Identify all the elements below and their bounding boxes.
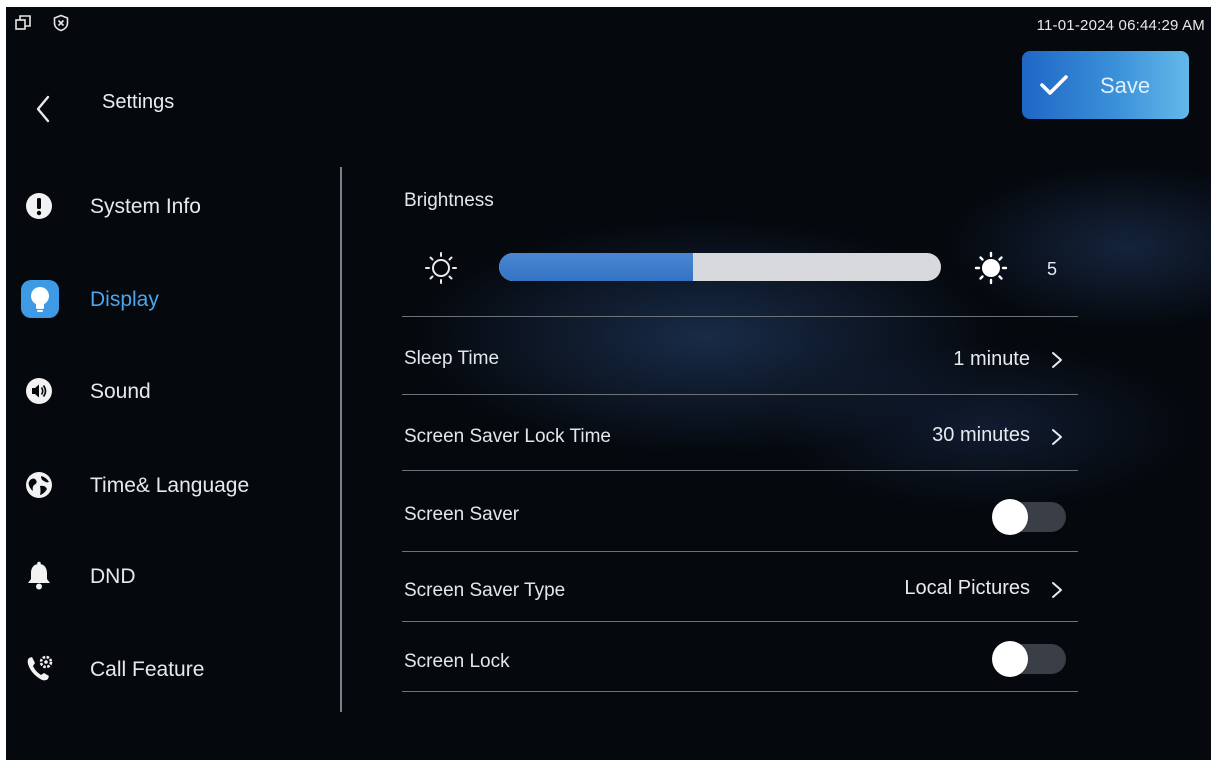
info-icon	[26, 193, 52, 219]
chevron-right-icon	[1052, 352, 1062, 368]
sidebar-item-call-feature[interactable]: Call Feature	[20, 646, 320, 694]
phone-gear-icon	[27, 655, 53, 681]
sidebar-item-display[interactable]: Display	[20, 276, 320, 324]
sidebar-item-label: Sound	[90, 380, 151, 403]
row-label: Screen Saver	[404, 504, 520, 525]
screen-saver-type-row[interactable]: Screen Saver Type Local Pictures	[402, 555, 1078, 625]
status-bar: 11-01-2024 06:44:29 AM	[6, 7, 1211, 41]
sidebar-item-label: Call Feature	[90, 658, 205, 681]
row-divider	[402, 316, 1078, 317]
row-divider	[402, 470, 1078, 471]
speaker-icon	[26, 378, 52, 404]
sidebar-item-label: Time& Language	[90, 474, 250, 497]
screen-lock-toggle[interactable]	[992, 641, 1068, 677]
screen-lock-row: Screen Lock	[402, 625, 1078, 695]
lightbulb-icon	[21, 280, 59, 318]
row-divider	[402, 551, 1078, 552]
bell-icon	[28, 561, 50, 590]
sidebar-item-label: DND	[90, 565, 136, 588]
save-button[interactable]: Save	[1022, 51, 1189, 119]
row-divider	[402, 621, 1078, 622]
brightness-low-icon	[425, 252, 457, 284]
sidebar-item-system-info[interactable]: System Info	[20, 183, 320, 231]
toggle-knob	[992, 641, 1028, 677]
screen-saver-lock-time-row[interactable]: Screen Saver Lock Time 30 minutes	[402, 399, 1078, 469]
chevron-right-icon	[1052, 429, 1062, 445]
save-button-label: Save	[1100, 73, 1151, 98]
status-datetime: 11-01-2024 06:44:29 AM	[1036, 17, 1205, 34]
toggle-knob	[992, 499, 1028, 535]
sidebar-item-time-language[interactable]: Time& Language	[20, 462, 320, 510]
row-label: Screen Saver Type	[404, 580, 566, 601]
row-label: Screen Lock	[404, 651, 510, 672]
row-divider	[402, 691, 1078, 692]
brightness-slider-fill	[499, 253, 694, 281]
row-divider	[402, 394, 1078, 395]
chevron-right-icon	[1052, 582, 1062, 598]
sidebar-item-sound[interactable]: Sound	[20, 368, 320, 416]
sidebar-item-label: System Info	[90, 195, 201, 218]
brightness-slider[interactable]	[499, 253, 941, 281]
settings-screen: 11-01-2024 06:44:29 AM Settings Save Sys…	[6, 7, 1211, 760]
brightness-label: Brightness	[404, 190, 494, 211]
shield-x-icon	[53, 14, 69, 32]
row-label: Sleep Time	[404, 348, 500, 369]
check-icon	[1040, 75, 1068, 95]
sleep-time-row[interactable]: Sleep Time 1 minute	[402, 323, 1078, 393]
globe-icon	[26, 472, 52, 498]
sidebar-divider	[340, 167, 342, 712]
brightness-high-icon	[974, 251, 1008, 285]
row-value: 1 minute	[953, 348, 1030, 370]
row-value: 30 minutes	[932, 424, 1030, 446]
row-value: Local Pictures	[904, 577, 1030, 599]
sidebar-item-dnd[interactable]: DND	[20, 553, 320, 601]
row-label: Screen Saver Lock Time	[404, 426, 611, 447]
page-title: Settings	[102, 91, 175, 113]
screen-saver-toggle[interactable]	[992, 499, 1068, 535]
sidebar-item-label: Display	[90, 288, 159, 311]
back-button[interactable]	[30, 89, 58, 129]
window-icon	[15, 15, 31, 30]
screen-saver-row: Screen Saver	[402, 477, 1078, 547]
brightness-value: 5	[1047, 259, 1058, 279]
